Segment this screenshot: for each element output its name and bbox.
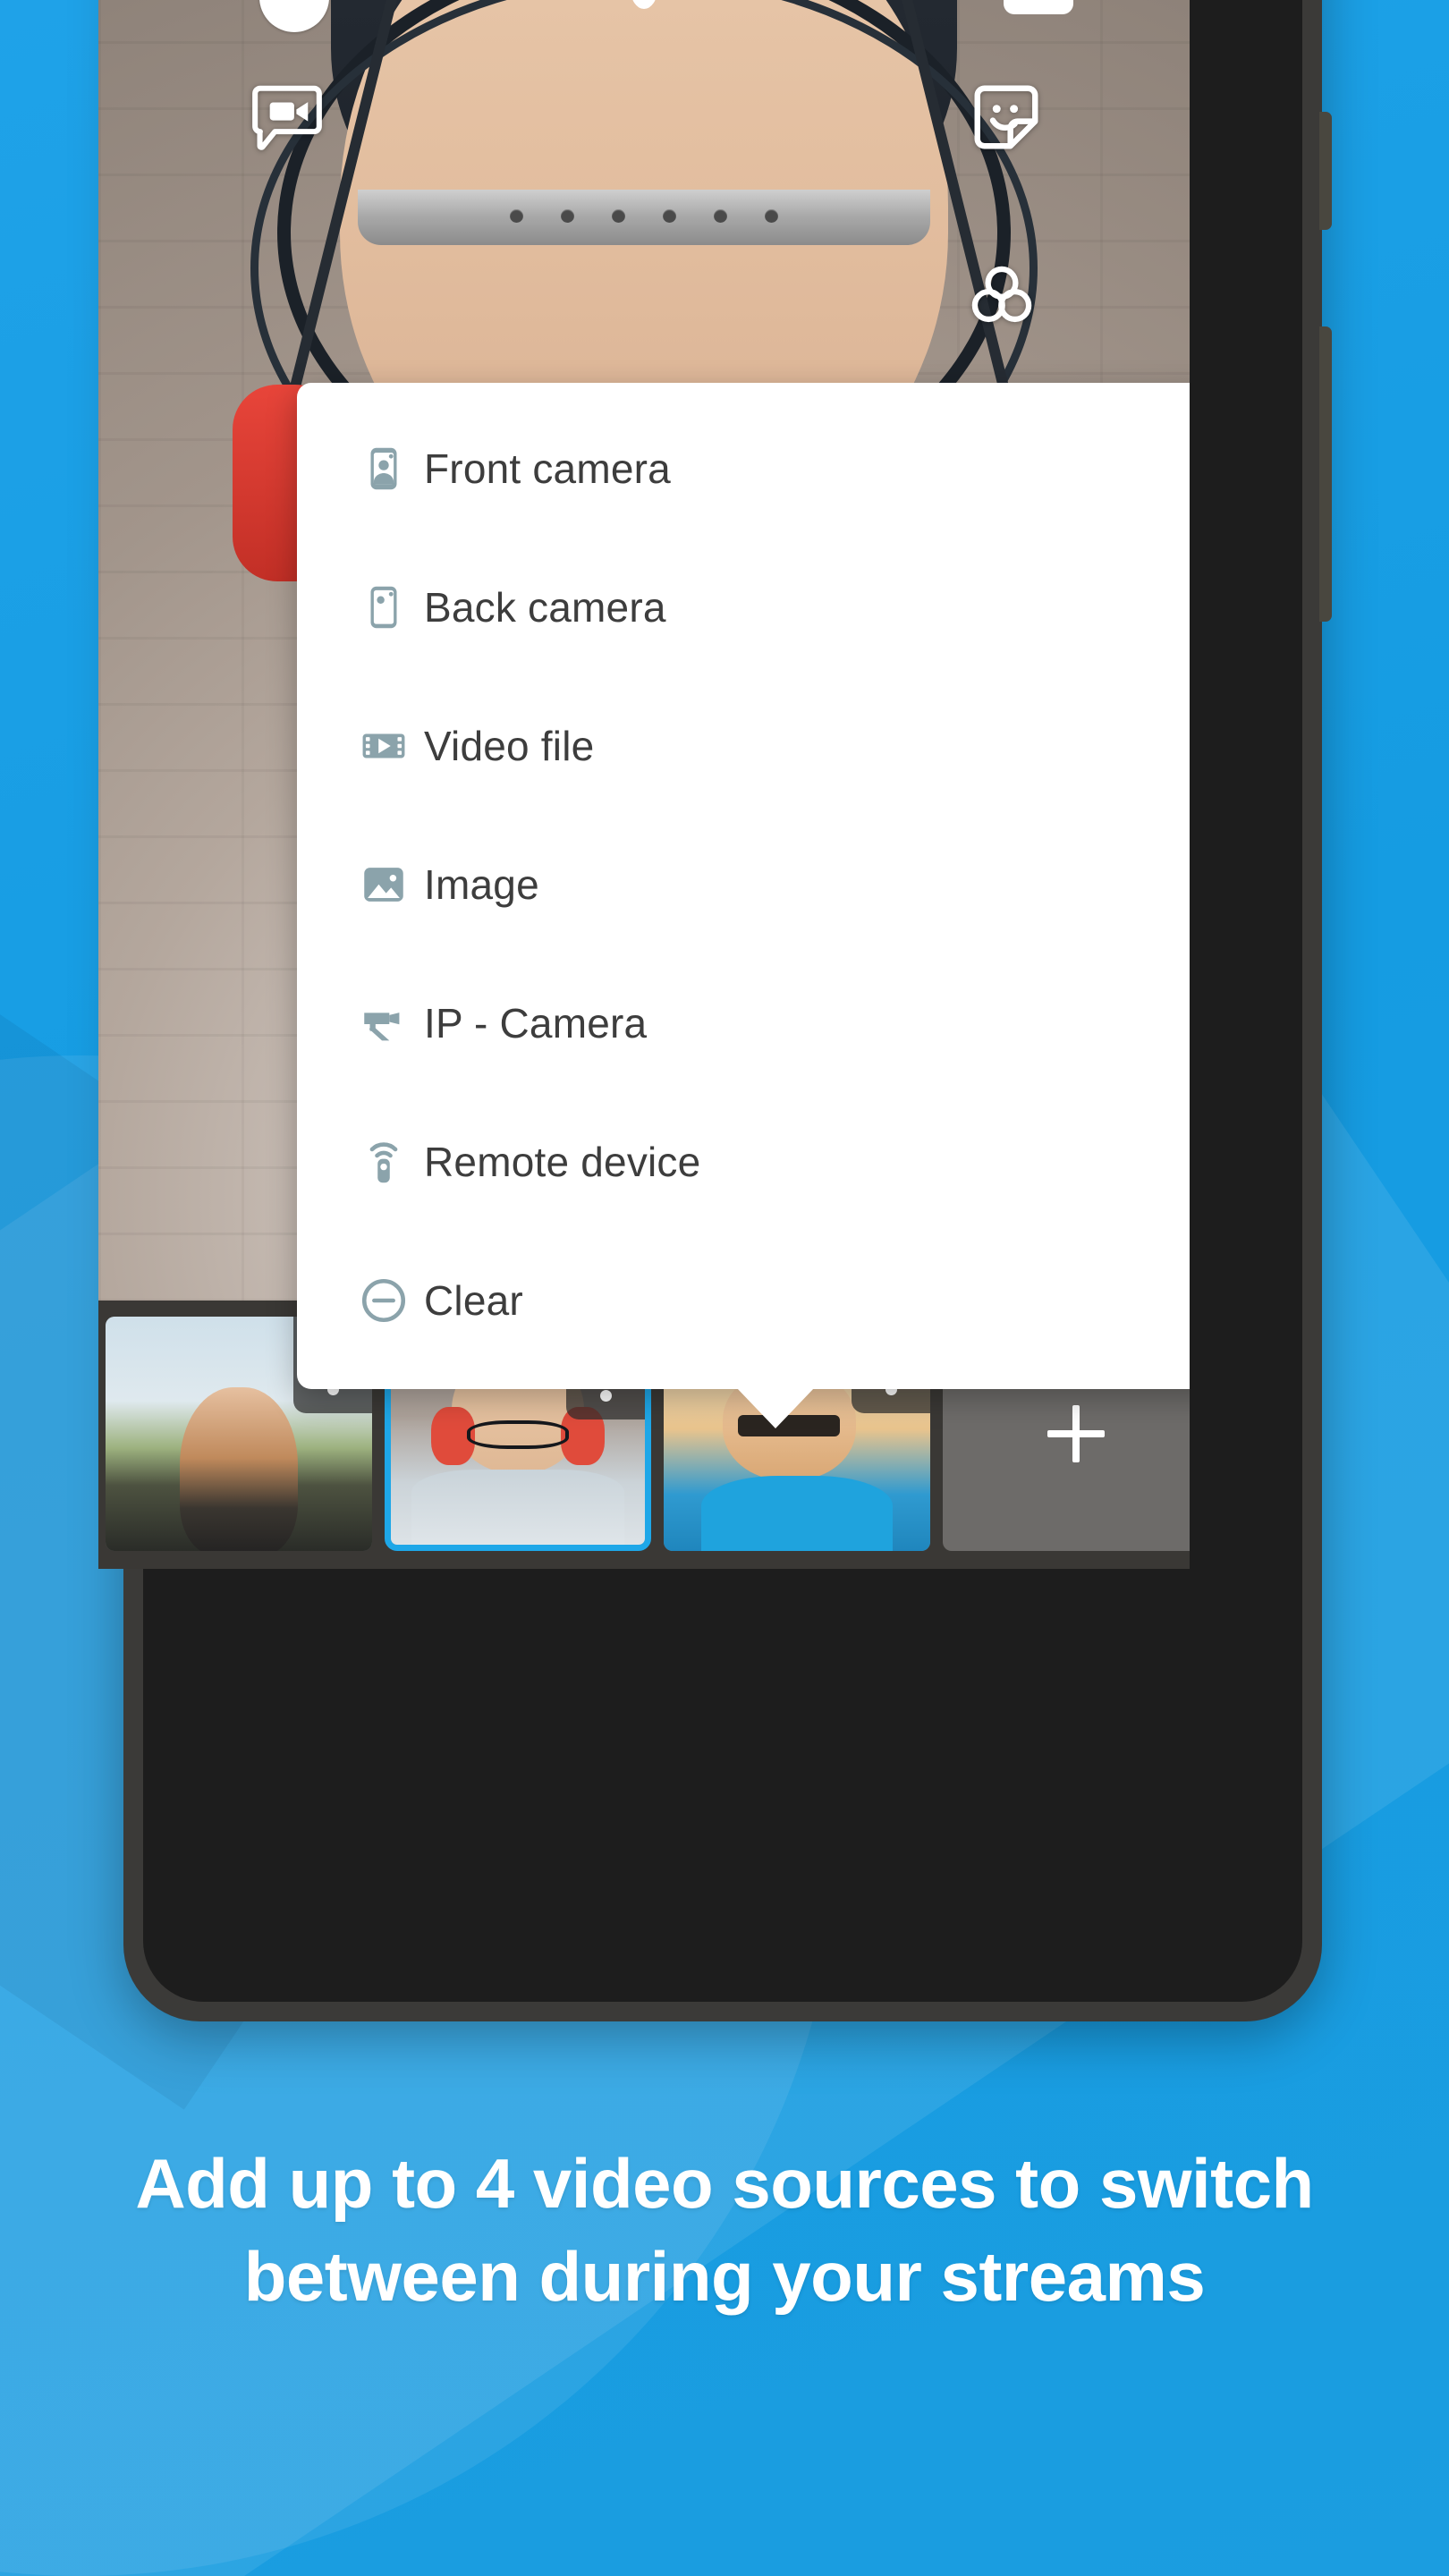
caption-line-1: Add up to 4 video sources to switch bbox=[135, 2144, 1314, 2223]
menu-item-ip-camera[interactable]: IP - Camera bbox=[297, 953, 1190, 1092]
promo-caption: Add up to 4 video sources to switch betw… bbox=[0, 2138, 1449, 2323]
back-camera-icon bbox=[358, 581, 424, 633]
video-source-popup-menu: Front camera Back camera Video file Imag… bbox=[297, 383, 1190, 1428]
remote-device-icon bbox=[358, 1136, 424, 1188]
video-file-icon bbox=[358, 720, 424, 772]
menu-item-image[interactable]: Image bbox=[297, 815, 1190, 953]
ip-camera-icon bbox=[358, 997, 424, 1049]
menu-item-label: Front camera bbox=[424, 445, 671, 492]
thumb2-shirt bbox=[411, 1469, 625, 1545]
clear-icon bbox=[358, 1275, 424, 1326]
menu-item-label: Video file bbox=[424, 722, 595, 769]
plus-icon bbox=[1047, 1405, 1105, 1462]
menu-item-label: IP - Camera bbox=[424, 999, 648, 1046]
menu-item-label: Remote device bbox=[424, 1138, 701, 1185]
phone-mockup: Front camera Back camera Video file Imag… bbox=[98, 0, 1332, 2021]
menu-item-label: Clear bbox=[424, 1276, 523, 1324]
top-pill-button-partial[interactable] bbox=[1004, 0, 1073, 14]
color-filters-icon[interactable] bbox=[964, 258, 1039, 337]
menu-item-back-camera[interactable]: Back camera bbox=[297, 538, 1190, 676]
menu-item-clear[interactable]: Clear bbox=[297, 1231, 1190, 1369]
phone-side-button-bottom[interactable] bbox=[1319, 326, 1332, 622]
menu-item-remote-device[interactable]: Remote device bbox=[297, 1092, 1190, 1231]
menu-item-front-camera[interactable]: Front camera bbox=[297, 399, 1190, 538]
caption-line-2: between during your streams bbox=[243, 2236, 1206, 2316]
phone-side-button-top[interactable] bbox=[1319, 112, 1332, 230]
menu-item-label: Image bbox=[424, 860, 539, 908]
preview-cap-strap-holes bbox=[358, 209, 930, 227]
front-camera-icon bbox=[358, 443, 424, 495]
video-chat-icon[interactable] bbox=[249, 79, 326, 160]
thumb3-tank-top bbox=[700, 1476, 894, 1551]
phone-screen: Front camera Back camera Video file Imag… bbox=[98, 0, 1190, 1569]
thumb2-glasses bbox=[467, 1420, 569, 1450]
record-button-partial[interactable] bbox=[259, 0, 329, 32]
preview-cap-strap bbox=[358, 190, 930, 245]
sticker-icon[interactable] bbox=[968, 79, 1045, 160]
menu-item-video-file[interactable]: Video file bbox=[297, 676, 1190, 815]
menu-item-label: Back camera bbox=[424, 583, 666, 631]
popup-tail bbox=[736, 1387, 815, 1428]
image-icon bbox=[358, 859, 424, 911]
